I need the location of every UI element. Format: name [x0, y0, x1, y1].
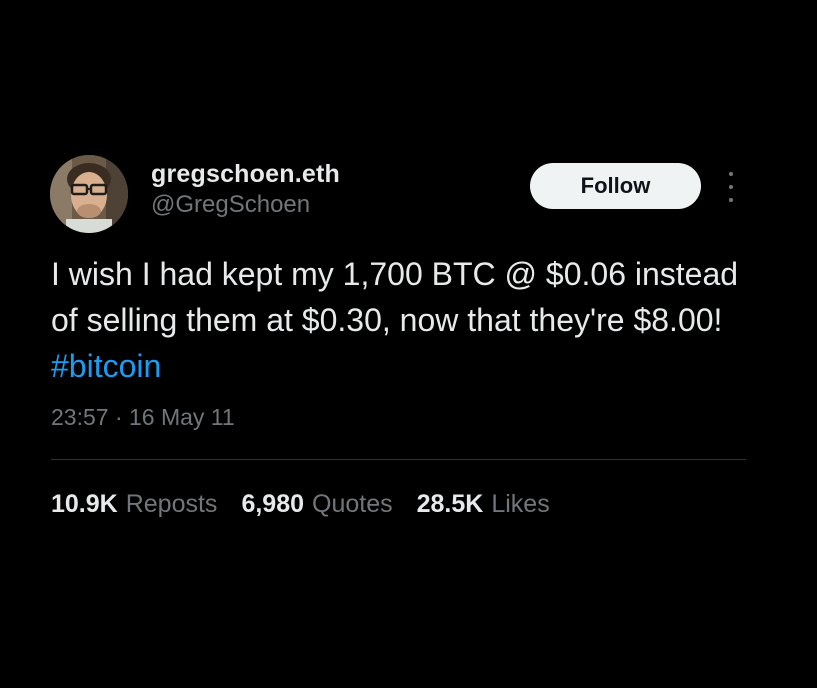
tweet-body: I wish I had kept my 1,700 BTC @ $0.06 i…	[51, 256, 739, 338]
author-handle[interactable]: @GregSchoen	[151, 190, 340, 220]
likes-label: Likes	[491, 490, 550, 518]
quotes-stat[interactable]: 6,980 Quotes	[241, 488, 392, 520]
quotes-label: Quotes	[312, 490, 393, 518]
hashtag-link[interactable]: #bitcoin	[51, 348, 161, 384]
follow-button[interactable]: Follow	[530, 163, 701, 209]
reposts-count: 10.9K	[51, 490, 118, 518]
engagement-stats: 10.9K Reposts 6,980 Quotes 28.5K Likes	[51, 488, 550, 520]
reposts-stat[interactable]: 10.9K Reposts	[51, 488, 217, 520]
more-dot	[729, 198, 733, 202]
more-dot	[729, 172, 733, 176]
profile-photo-icon	[50, 155, 128, 233]
likes-count: 28.5K	[416, 490, 484, 518]
tweet-text: I wish I had kept my 1,700 BTC @ $0.06 i…	[51, 251, 751, 389]
likes-stat[interactable]: 28.5K Likes	[417, 488, 550, 520]
author-display-name[interactable]: gregschoen.eth	[151, 158, 340, 190]
avatar[interactable]	[50, 155, 128, 233]
quotes-count: 6,980	[241, 490, 304, 518]
more-vertical-icon[interactable]	[722, 172, 740, 202]
tweet-card: gregschoen.eth @GregSchoen Follow I wish…	[0, 0, 817, 688]
reposts-label: Reposts	[125, 490, 218, 518]
more-dot	[729, 185, 733, 189]
author-names: gregschoen.eth @GregSchoen	[151, 158, 340, 220]
tweet-timestamp[interactable]: 23:57 · 16 May 11	[51, 402, 235, 432]
divider	[51, 459, 746, 460]
